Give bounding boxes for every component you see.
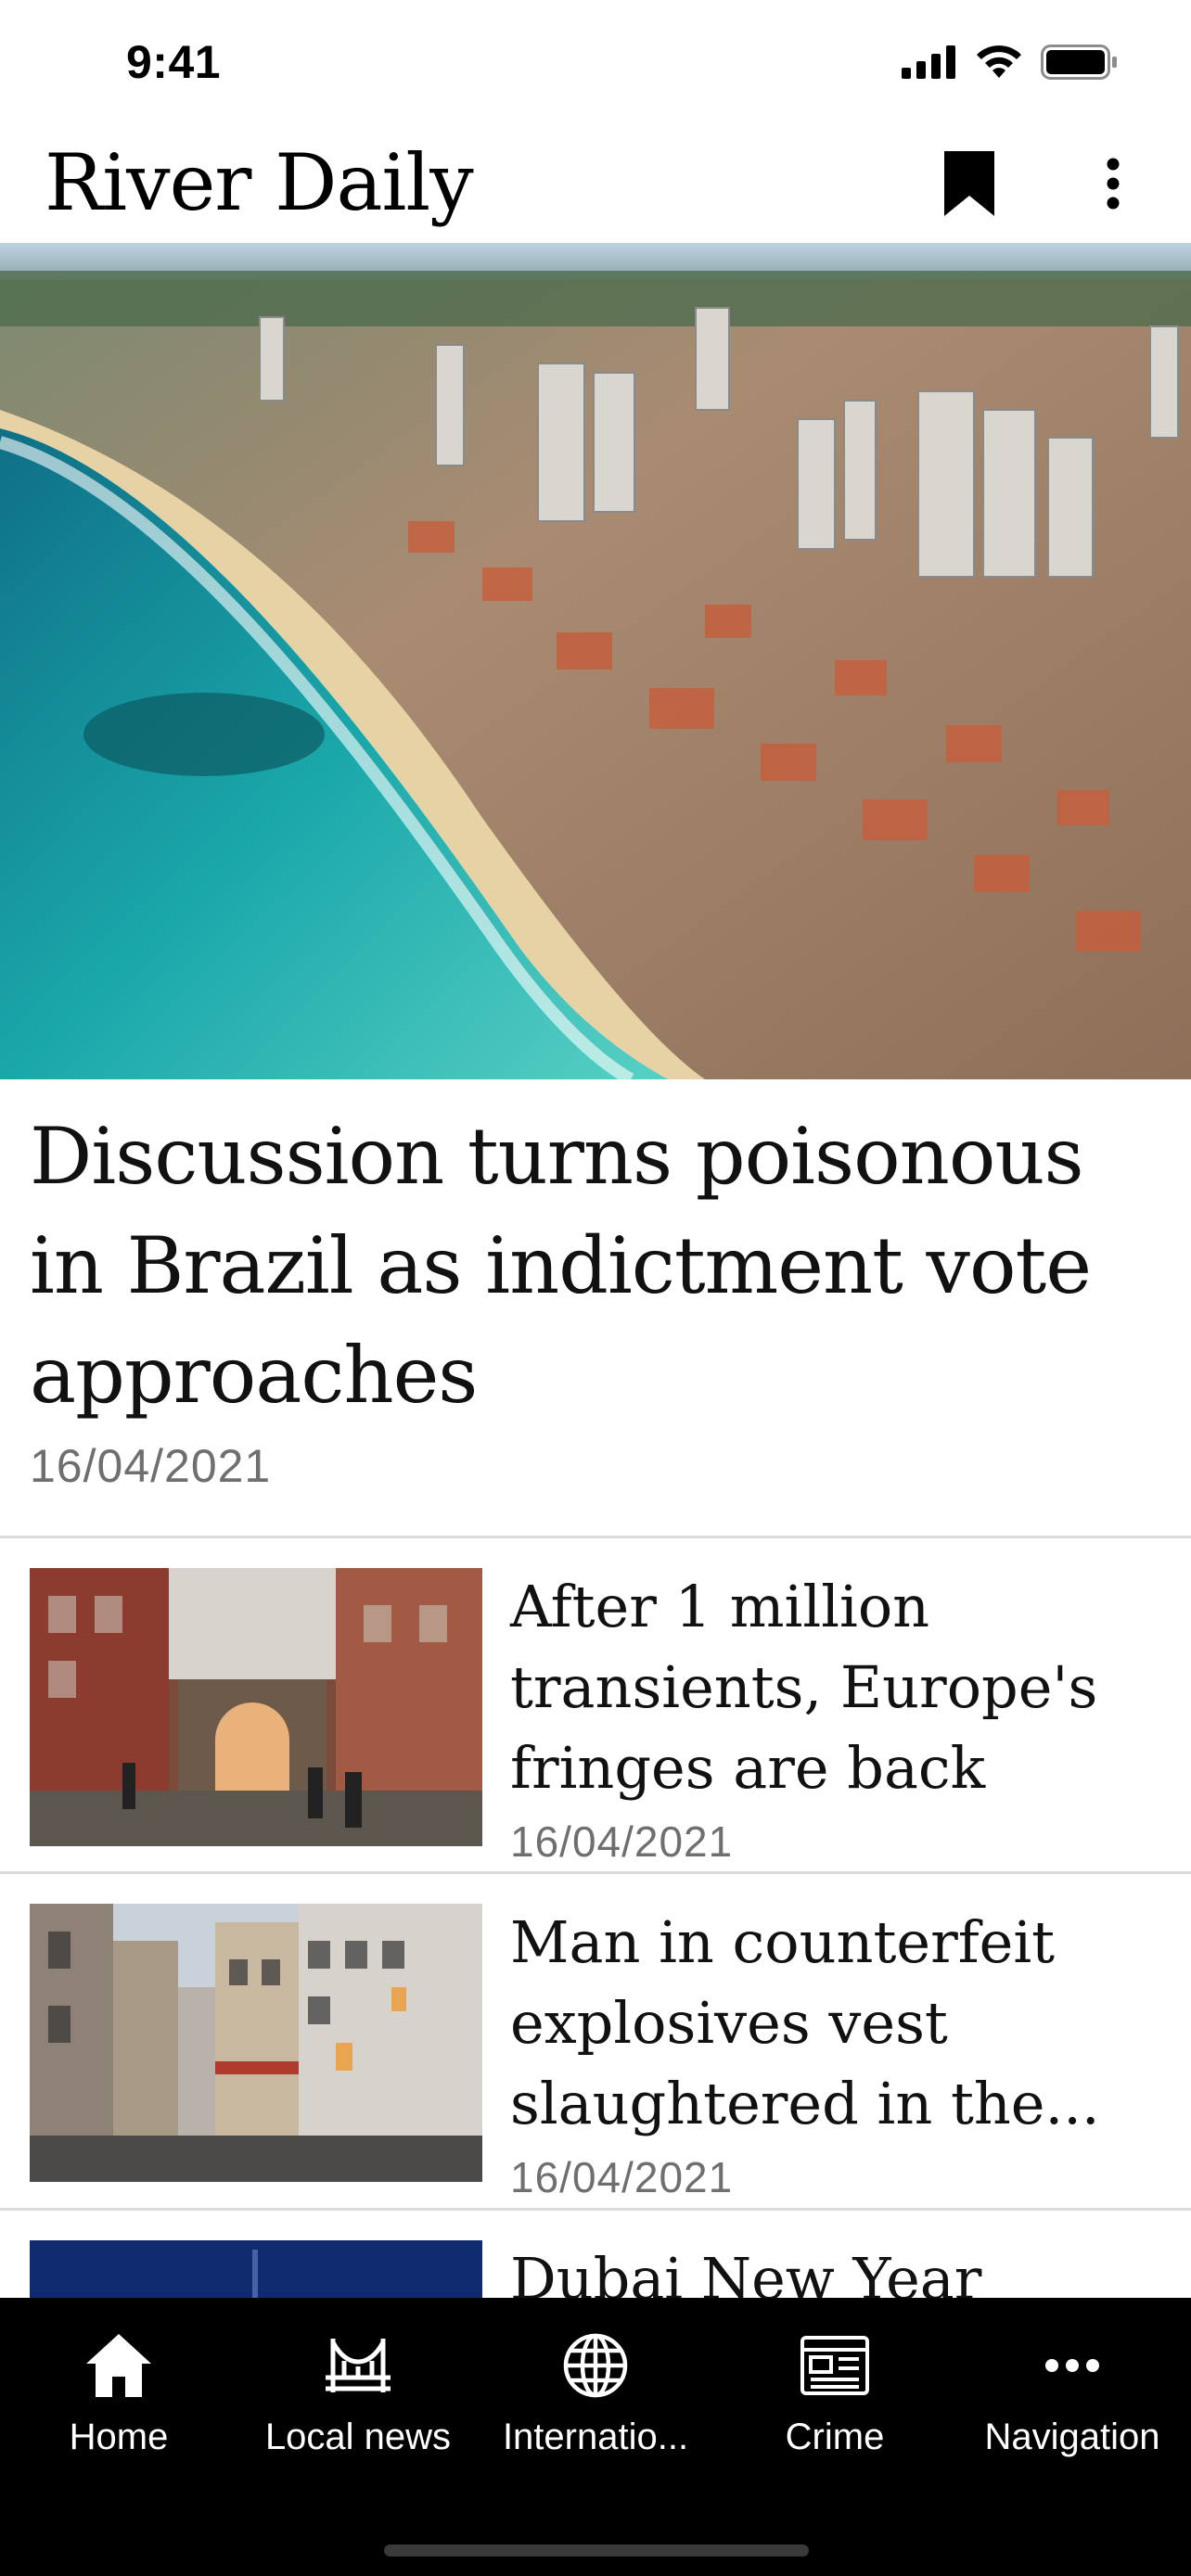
- tab-label: Internatio...: [502, 2417, 689, 2457]
- more-horizontal-icon: [1045, 2359, 1099, 2372]
- tab-label: Navigation: [984, 2417, 1160, 2457]
- tab-navigation[interactable]: Navigation: [954, 2324, 1191, 2481]
- home-icon: [86, 2334, 151, 2397]
- article-headline: After 1 million transients, Europe's fri…: [510, 1573, 1098, 1802]
- battery-icon: [1041, 45, 1117, 80]
- home-indicator: [384, 2544, 809, 2557]
- tab-label: Local news: [264, 2417, 452, 2457]
- status-bar: 9:41: [0, 0, 1191, 130]
- article-thumbnail: [30, 1904, 482, 2182]
- european-street-stairs-photo: [30, 1568, 482, 1846]
- status-icons: [902, 45, 1119, 80]
- tab-label: Home: [69, 2417, 169, 2457]
- tab-crime[interactable]: Crime: [716, 2324, 954, 2481]
- article-list-item[interactable]: Man in counterfeit explosives vest slaug…: [0, 1874, 1191, 2210]
- status-time: 9:41: [126, 36, 222, 88]
- app-header: River Daily: [0, 130, 1191, 243]
- tab-local-news[interactable]: Local news: [239, 2324, 477, 2481]
- article-list-item[interactable]: After 1 million transients, Europe's fri…: [0, 1538, 1191, 1874]
- article-date: 16/04/2021: [510, 2153, 734, 2201]
- tab-label: Crime: [785, 2417, 885, 2457]
- bookmark-icon: [944, 151, 994, 216]
- wifi-icon: [977, 45, 1021, 78]
- tab-home[interactable]: Home: [0, 2324, 237, 2481]
- bridge-icon: [326, 2339, 391, 2392]
- hero-date: 16/04/2021: [30, 1440, 272, 1492]
- more-vertical-icon: [1107, 158, 1120, 210]
- newspaper-icon: [800, 2336, 869, 2395]
- article-headline: Dubai New Year: [510, 2245, 982, 2298]
- app-title: River Daily: [45, 137, 474, 228]
- paris-street-photo: [30, 1904, 482, 2182]
- hero-photo: [0, 243, 1191, 1079]
- bookmark-button[interactable]: [937, 147, 1002, 221]
- tab-international[interactable]: Internatio...: [477, 2324, 714, 2481]
- article-date: 16/04/2021: [510, 1817, 734, 1866]
- article-thumbnail: [30, 1568, 482, 1846]
- article-list-item[interactable]: Dubai New Year: [0, 2211, 1191, 2298]
- globe-icon: [563, 2333, 628, 2398]
- article-headline: Man in counterfeit explosives vest slaug…: [510, 1908, 1100, 2137]
- hero-image[interactable]: [0, 243, 1191, 1079]
- cellular-signal-icon: [902, 45, 955, 79]
- article-thumbnail: [30, 2240, 482, 2298]
- bottom-tab-bar: Home Local news Internatio... Crime Navi…: [0, 2298, 1191, 2576]
- hero-headline[interactable]: Discussion turns poisonous in Brazil as …: [30, 1102, 1171, 1430]
- night-sky-photo: [30, 2240, 482, 2298]
- more-options-button[interactable]: [1085, 147, 1141, 221]
